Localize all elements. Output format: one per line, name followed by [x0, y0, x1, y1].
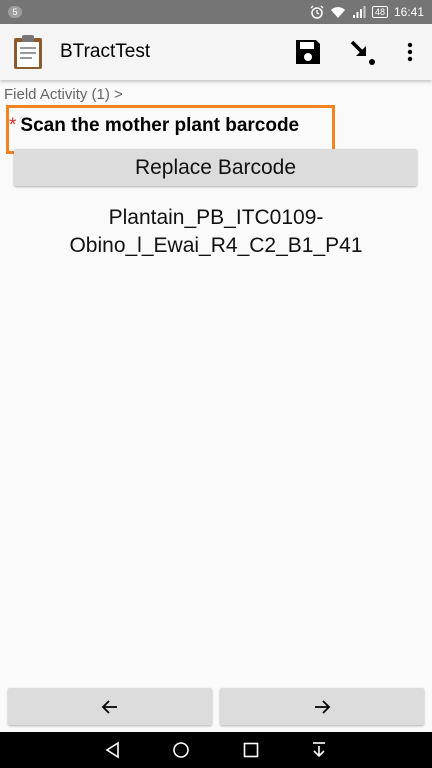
barcode-value: Plantain_PB_ITC0109- Obino_l_Ewai_R4_C2_…	[0, 204, 432, 260]
signal-icon	[352, 6, 366, 18]
next-button[interactable]	[220, 688, 424, 725]
wifi-icon	[330, 7, 345, 18]
battery-icon: 48	[371, 6, 388, 18]
arrow-right-icon	[315, 700, 331, 714]
question-label: * Scan the mother plant barcode	[9, 115, 299, 137]
clipboard-icon	[14, 35, 42, 69]
back-icon[interactable]	[104, 741, 122, 759]
overflow-menu-icon[interactable]	[398, 40, 422, 64]
home-icon[interactable]	[172, 741, 190, 759]
arrow-left-icon	[101, 700, 117, 714]
app-bar: BTractTest	[0, 24, 432, 80]
notification-badge: 5	[8, 6, 22, 18]
alarm-icon	[310, 5, 324, 19]
notification-pulldown-icon[interactable]	[310, 741, 328, 759]
save-icon[interactable]	[294, 38, 322, 66]
replace-barcode-button[interactable]: Replace Barcode	[14, 149, 417, 186]
required-marker: *	[9, 115, 17, 136]
barcode-value-line1: Plantain_PB_ITC0109-	[108, 206, 324, 229]
status-bar: 5 48 16:41	[0, 0, 432, 24]
system-nav-bar	[0, 732, 432, 768]
recents-icon[interactable]	[242, 741, 260, 759]
breadcrumb[interactable]: Field Activity (1) >	[4, 86, 123, 103]
previous-button[interactable]	[8, 688, 212, 725]
barcode-value-line2: Obino_l_Ewai_R4_C2_B1_P41	[69, 234, 363, 257]
question-text: Scan the mother plant barcode	[20, 115, 300, 136]
status-time: 16:41	[393, 5, 424, 19]
go-to-icon[interactable]	[348, 38, 376, 66]
status-icons: 48 16:41	[310, 4, 424, 20]
app-title: BTractTest	[60, 41, 151, 62]
